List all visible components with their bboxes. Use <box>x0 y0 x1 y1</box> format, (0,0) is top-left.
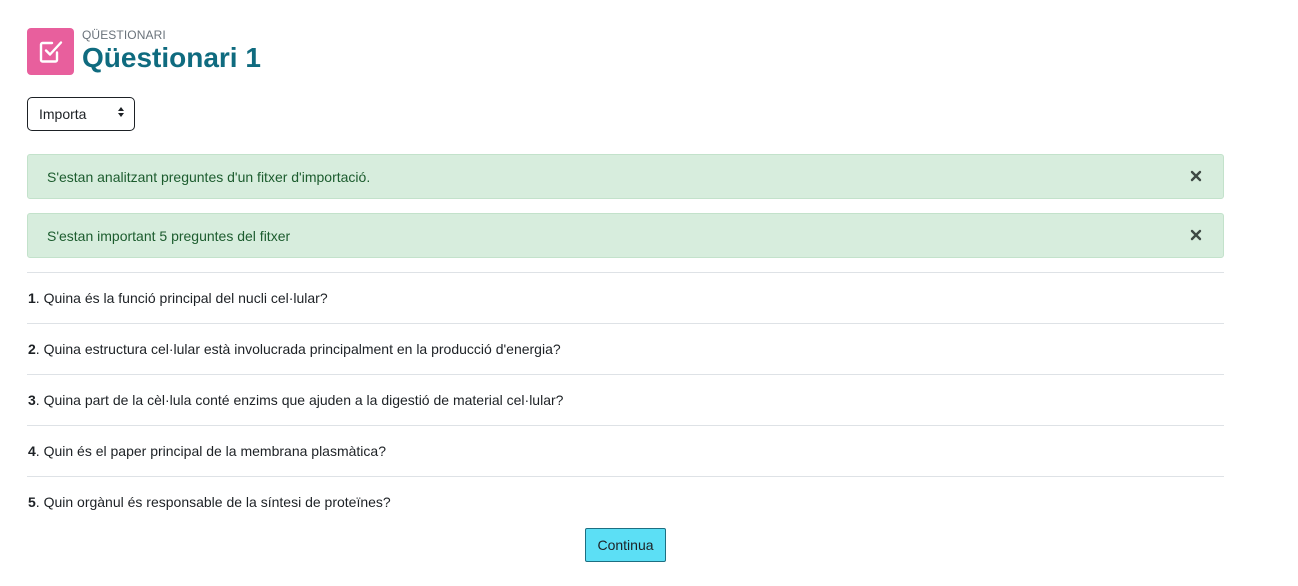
success-alert-parsing: S'estan analitzant preguntes d'un fitxer… <box>27 154 1224 199</box>
page-title: Qüestionari 1 <box>82 42 261 73</box>
close-icon[interactable] <box>1188 168 1204 184</box>
list-item: 4. Quin és el paper principal de la memb… <box>27 425 1224 476</box>
page: QÜESTIONARI Qüestionari 1 Importa S'esta… <box>0 0 1298 586</box>
question-number: 1 <box>28 290 36 306</box>
question-text: . Quin és el paper principal de la membr… <box>35 443 386 459</box>
success-alert-importing: S'estan important 5 preguntes del fitxer <box>27 213 1224 258</box>
alert-message: S'estan important 5 preguntes del fitxer <box>47 227 291 244</box>
question-number: 3 <box>28 392 36 408</box>
question-text: . Quina part de la cèl·lula conté enzims… <box>35 392 564 408</box>
question-number: 5 <box>28 494 36 510</box>
action-select-value: Importa <box>39 106 87 122</box>
list-item: 3. Quina part de la cèl·lula conté enzim… <box>27 374 1224 425</box>
question-number: 4 <box>28 443 36 459</box>
question-text: . Quin orgànul és responsable de la sínt… <box>35 494 391 510</box>
alert-message: S'estan analitzant preguntes d'un fitxer… <box>47 168 371 185</box>
close-icon[interactable] <box>1188 227 1204 243</box>
list-item: 5. Quin orgànul és responsable de la sín… <box>27 476 1224 527</box>
list-item: 2. Quina estructura cel·lular està invol… <box>27 323 1224 374</box>
question-list: 1. Quina és la funció principal del nucl… <box>27 272 1224 527</box>
question-text: . Quina estructura cel·lular està involu… <box>35 341 561 357</box>
action-select[interactable]: Importa <box>27 97 135 131</box>
checkbox-icon <box>27 28 74 75</box>
question-number: 2 <box>28 341 36 357</box>
page-header: QÜESTIONARI Qüestionari 1 <box>27 28 261 75</box>
list-item: 1. Quina és la funció principal del nucl… <box>27 272 1224 323</box>
header-text: QÜESTIONARI Qüestionari 1 <box>82 29 261 74</box>
sort-caret-icon <box>118 107 124 117</box>
activity-type-label: QÜESTIONARI <box>82 28 166 42</box>
continue-button[interactable]: Continua <box>585 528 666 562</box>
question-text: . Quina és la funció principal del nucli… <box>35 290 328 306</box>
